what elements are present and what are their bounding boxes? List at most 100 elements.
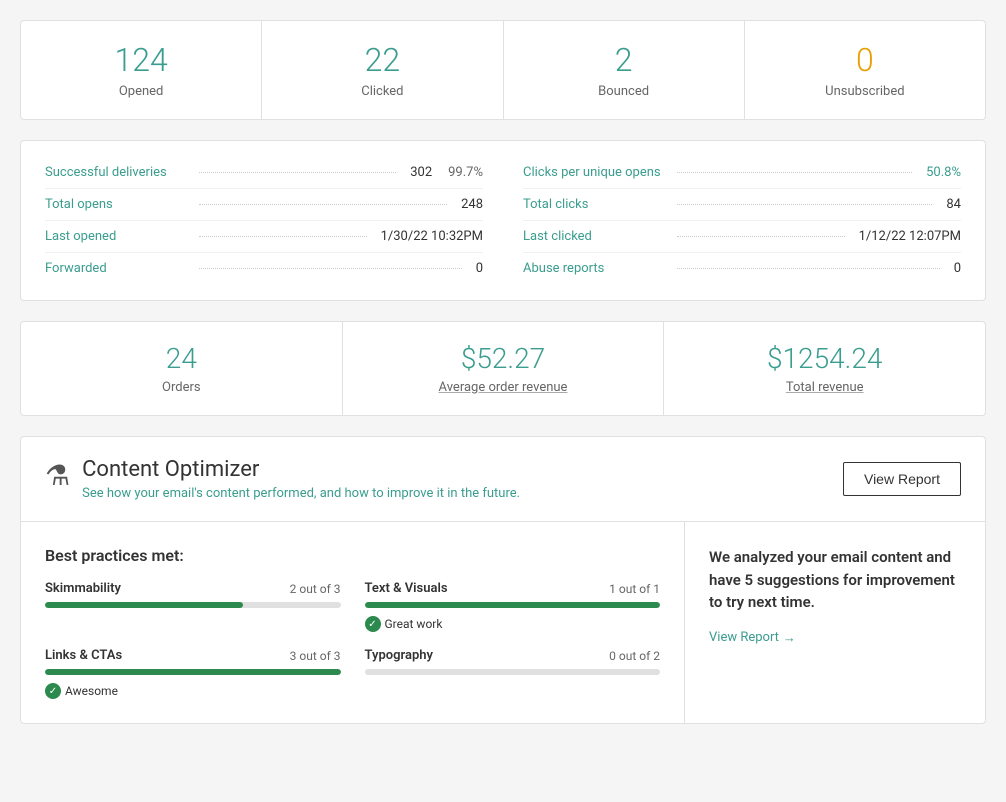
revenue-total: $1254.24 Total revenue bbox=[664, 322, 985, 415]
optimizer-left-panel: Best practices met: Skimmability 2 out o… bbox=[21, 522, 685, 723]
total-rev-number: $1254.24 bbox=[674, 342, 975, 375]
view-report-button[interactable]: View Report bbox=[843, 462, 961, 496]
skimmability-progress-bg bbox=[45, 602, 341, 608]
optimizer-body: Best practices met: Skimmability 2 out o… bbox=[21, 522, 985, 723]
optimizer-subtitle: See how your email's content performed, … bbox=[82, 486, 520, 501]
dots bbox=[199, 172, 396, 173]
metric-skimmability: Skimmability 2 out of 3 bbox=[45, 581, 341, 632]
opens-value: 248 bbox=[461, 197, 483, 212]
detail-left-col: Successful deliveries 302 99.7% Total op… bbox=[45, 157, 483, 284]
dots bbox=[199, 268, 462, 269]
revenue-row: 24 Orders $52.27 Average order revenue $… bbox=[20, 321, 986, 416]
deliveries-label: Successful deliveries bbox=[45, 165, 185, 180]
links-ctas-badge-label: Awesome bbox=[65, 684, 118, 698]
badge-check-icon: ✓ bbox=[365, 616, 381, 632]
typography-score: 0 out of 2 bbox=[609, 649, 660, 663]
optimizer-title-text: Content Optimizer See how your email's c… bbox=[82, 457, 520, 501]
metric-links-ctas: Links & CTAs 3 out of 3 ✓ Awesome bbox=[45, 648, 341, 699]
opened-label: Opened bbox=[119, 84, 164, 99]
detail-right-col: Clicks per unique opens 50.8% Total clic… bbox=[523, 157, 961, 284]
deliveries-percent: 99.7% bbox=[448, 165, 483, 180]
optimizer-header: ⚗ Content Optimizer See how your email's… bbox=[21, 437, 985, 522]
metric-typography-header: Typography 0 out of 2 bbox=[365, 648, 661, 663]
dots bbox=[677, 268, 940, 269]
dots bbox=[677, 172, 912, 173]
detail-row-abuse: Abuse reports 0 bbox=[523, 253, 961, 284]
last-clicked-label: Last clicked bbox=[523, 229, 663, 244]
metric-skimmability-header: Skimmability 2 out of 3 bbox=[45, 581, 341, 596]
ctr-value: 50.8% bbox=[926, 165, 961, 180]
total-rev-label: Total revenue bbox=[786, 380, 864, 395]
text-visuals-badge-label: Great work bbox=[385, 617, 443, 631]
bounced-label: Bounced bbox=[598, 84, 649, 99]
text-visuals-progress-bg bbox=[365, 602, 661, 608]
revenue-orders: 24 Orders bbox=[21, 322, 343, 415]
orders-number: 24 bbox=[31, 342, 332, 375]
detail-row-last-clicked: Last clicked 1/12/22 12:07PM bbox=[523, 221, 961, 253]
dots bbox=[199, 204, 447, 205]
last-opened-value: 1/30/22 10:32PM bbox=[381, 229, 483, 244]
abuse-value: 0 bbox=[954, 261, 961, 276]
stat-opened: 124 Opened bbox=[21, 21, 262, 119]
links-ctas-name: Links & CTAs bbox=[45, 648, 122, 663]
detail-stats-grid: Successful deliveries 302 99.7% Total op… bbox=[20, 140, 986, 301]
skimmability-progress-fill bbox=[45, 602, 243, 608]
metrics-grid: Skimmability 2 out of 3 Text & Visuals 1… bbox=[45, 581, 660, 699]
optimizer-right-link[interactable]: View Report → bbox=[709, 630, 961, 646]
detail-row-last-opened: Last opened 1/30/22 10:32PM bbox=[45, 221, 483, 253]
top-stats-row: 124 Opened 22 Clicked 2 Bounced 0 Unsubs… bbox=[20, 20, 986, 120]
optimizer-right-text: We analyzed your email content and have … bbox=[709, 546, 961, 614]
detail-row-deliveries: Successful deliveries 302 99.7% bbox=[45, 157, 483, 189]
metric-links-ctas-header: Links & CTAs 3 out of 3 bbox=[45, 648, 341, 663]
text-visuals-badge: ✓ Great work bbox=[365, 616, 661, 632]
best-practices-title: Best practices met: bbox=[45, 546, 660, 565]
forwarded-label: Forwarded bbox=[45, 261, 185, 276]
detail-row-opens: Total opens 248 bbox=[45, 189, 483, 221]
detail-row-forwarded: Forwarded 0 bbox=[45, 253, 483, 284]
deliveries-value: 302 bbox=[410, 165, 432, 180]
last-clicked-value: 1/12/22 12:07PM bbox=[859, 229, 961, 244]
optimizer-right-panel: We analyzed your email content and have … bbox=[685, 522, 985, 723]
arrow-icon: → bbox=[783, 630, 796, 646]
links-ctas-progress-bg bbox=[45, 669, 341, 675]
dots bbox=[199, 236, 367, 237]
opened-number: 124 bbox=[31, 41, 251, 79]
metric-text-visuals: Text & Visuals 1 out of 1 ✓ Great work bbox=[365, 581, 661, 632]
links-ctas-score: 3 out of 3 bbox=[290, 649, 341, 663]
unsubscribed-label: Unsubscribed bbox=[825, 84, 904, 99]
total-clicks-label: Total clicks bbox=[523, 197, 663, 212]
flask-icon: ⚗ bbox=[45, 459, 70, 492]
ctr-label: Clicks per unique opens bbox=[523, 165, 663, 180]
typography-progress-bg bbox=[365, 669, 661, 675]
links-ctas-badge: ✓ Awesome bbox=[45, 683, 341, 699]
content-optimizer-section: ⚗ Content Optimizer See how your email's… bbox=[20, 436, 986, 724]
text-visuals-progress-fill bbox=[365, 602, 661, 608]
avg-order-label: Average order revenue bbox=[439, 380, 568, 395]
links-ctas-progress-fill bbox=[45, 669, 341, 675]
revenue-avg-order: $52.27 Average order revenue bbox=[343, 322, 665, 415]
orders-label: Orders bbox=[162, 380, 201, 395]
bounced-number: 2 bbox=[514, 41, 734, 79]
metric-typography: Typography 0 out of 2 bbox=[365, 648, 661, 699]
skimmability-name: Skimmability bbox=[45, 581, 121, 596]
stat-clicked: 22 Clicked bbox=[262, 21, 503, 119]
unsubscribed-number: 0 bbox=[755, 41, 975, 79]
total-clicks-value: 84 bbox=[946, 197, 961, 212]
last-opened-label: Last opened bbox=[45, 229, 185, 244]
forwarded-value: 0 bbox=[476, 261, 483, 276]
text-visuals-score: 1 out of 1 bbox=[609, 582, 660, 596]
dots bbox=[677, 204, 932, 205]
avg-order-number: $52.27 bbox=[353, 342, 654, 375]
badge-check-icon-2: ✓ bbox=[45, 683, 61, 699]
optimizer-title-area: ⚗ Content Optimizer See how your email's… bbox=[45, 457, 520, 501]
clicked-label: Clicked bbox=[361, 84, 403, 99]
text-visuals-name: Text & Visuals bbox=[365, 581, 448, 596]
page-wrapper: 124 Opened 22 Clicked 2 Bounced 0 Unsubs… bbox=[0, 0, 1006, 744]
typography-name: Typography bbox=[365, 648, 434, 663]
dots bbox=[677, 236, 845, 237]
detail-row-total-clicks: Total clicks 84 bbox=[523, 189, 961, 221]
clicked-number: 22 bbox=[272, 41, 492, 79]
stat-bounced: 2 Bounced bbox=[504, 21, 745, 119]
abuse-label: Abuse reports bbox=[523, 261, 663, 276]
stat-unsubscribed: 0 Unsubscribed bbox=[745, 21, 985, 119]
